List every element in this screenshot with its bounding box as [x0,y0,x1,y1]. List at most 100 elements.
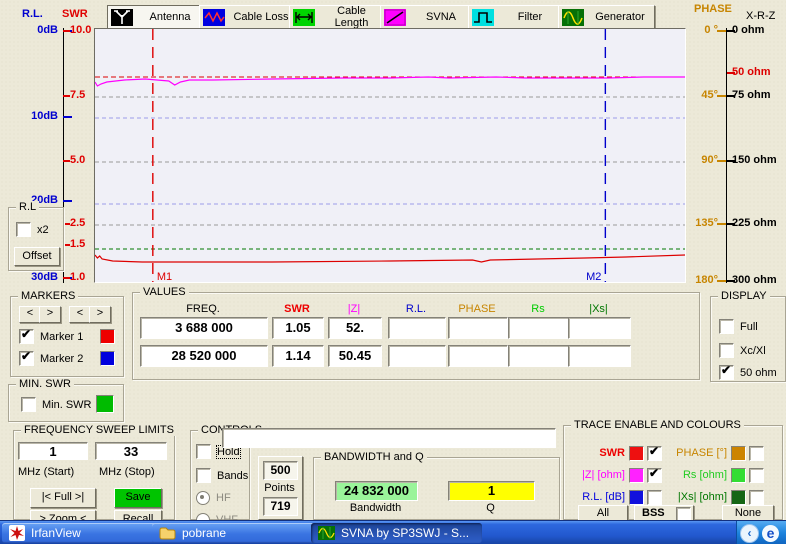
sweep-plot[interactable]: M1 M2 [94,28,686,283]
marker1-checkbox[interactable]: ✔ [19,327,34,344]
trace-rl-checkbox[interactable]: ✔ [647,490,662,505]
trace-phase-checkbox[interactable]: ✔ [749,446,764,461]
trace-xs-label: |Xs| [ohm] [677,491,727,503]
display-group-title: DISPLAY [718,290,770,302]
marker1-right-button[interactable]: > [39,306,61,323]
marker2-color-swatch[interactable] [100,351,115,366]
trace-rs-swatch[interactable] [731,468,746,483]
bands-checkbox[interactable]: ✔ [196,468,211,483]
hf-radio[interactable] [196,491,210,505]
taskbar-item-irfanview[interactable]: IrfanView [2,523,162,543]
display-full-row[interactable]: ✔ Full [719,319,758,334]
hold-checkbox[interactable]: ✔ [196,444,211,459]
generator-icon [562,8,584,26]
value-xs-m1 [568,317,631,339]
value-z-m2: 50.45 [328,345,382,367]
trace-rl-swatch[interactable] [629,490,644,505]
plot-canvas: M1 M2 [94,29,686,283]
tab-label: Antenna [149,11,191,23]
tab-generator[interactable]: Generator [558,5,655,29]
right-axis-ohm-label: 150 ohm [732,154,777,166]
min-swr-group: MIN. SWR ✔ Min. SWR [8,378,124,422]
trace-rs-checkbox[interactable]: ✔ [749,468,764,483]
axis-tick [717,160,726,162]
display-xcxl-checkbox[interactable]: ✔ [719,343,734,358]
tab-cable-loss[interactable]: Cable Loss [199,5,296,29]
right-axis-ohm-label: 0 ohm [732,24,765,36]
marker2-checkbox[interactable]: ✔ [19,349,34,366]
right-axis-ohm-label: 50 ohm [732,66,771,78]
display-50ohm-checkbox[interactable]: ✔ [719,363,734,380]
save-button[interactable]: Save [114,488,162,508]
command-input[interactable] [222,428,556,448]
phase-axis-caption: PHASE [694,3,732,15]
min-swr-checkbox[interactable]: ✔ [21,397,36,412]
axis-tick [63,277,70,279]
freq-stop-label: MHz (Stop) [99,466,155,478]
trace-rl-label: R.L. [dB] [582,491,625,503]
value-rl-m1 [388,317,446,339]
display-full-checkbox[interactable]: ✔ [719,319,734,334]
svna-icon [384,8,406,26]
marker1-left-button[interactable]: < [19,306,41,323]
taskbar-item-svna[interactable]: SVNA by SP3SWJ - S... [311,523,482,543]
min-swr-group-title: MIN. SWR [16,378,74,390]
display-50ohm-row[interactable]: ✔ 50 ohm [719,363,777,380]
rl-x2-row[interactable]: ✔ x2 [16,222,49,237]
axis-tick [63,30,72,32]
right-axis-line [726,28,727,283]
value-phase-m1 [448,317,508,339]
trace-xs-checkbox[interactable]: ✔ [749,490,764,505]
min-swr-color-swatch[interactable] [96,395,114,413]
axis-tick [63,200,72,202]
tab-label: Generator [595,11,645,23]
collapse-chevron-icon[interactable]: ‹ [740,523,759,543]
xrz-caption: X-R-Z [746,10,776,22]
value-rs-m1 [508,317,570,339]
points-label: Points [264,482,295,494]
marker1-row[interactable]: ✔ Marker 1 [19,327,83,344]
rl-axis-caption: R.L. [22,8,43,20]
trace-z-swatch[interactable] [629,468,644,483]
axis-tick [63,244,70,246]
trace-phase-label: PHASE [°] [676,447,727,459]
axis-tick [727,30,735,32]
bands-row[interactable]: ✔ Bands [196,468,248,483]
taskbar-item-pobrane[interactable]: pobrane [152,523,321,543]
trace-swr-checkbox[interactable]: ✔ [647,444,662,461]
marker2-left-button[interactable]: < [69,306,91,323]
full-span-button[interactable]: |< Full >| [30,488,96,508]
offset-button[interactable]: Offset [14,247,60,266]
axis-tick [63,116,72,118]
rl-x2-checkbox[interactable]: ✔ [16,222,31,237]
axis-tick [717,30,726,32]
axis-tick [63,95,70,97]
bands-label: Bands [217,469,249,482]
display-xcxl-row[interactable]: ✔ Xc/Xl [719,343,766,358]
taskbar-item-label: SVNA by SP3SWJ - S... [341,526,470,540]
trace-z-checkbox[interactable]: ✔ [647,466,662,483]
min-swr-row[interactable]: ✔ Min. SWR [21,397,92,412]
trace-swr-swatch[interactable] [629,446,644,461]
marker2-right-button[interactable]: > [89,306,111,323]
trace-xs-swatch[interactable] [731,490,746,505]
marker1-color-swatch[interactable] [100,329,115,344]
marker2-row[interactable]: ✔ Marker 2 [19,349,83,366]
freq-start-input[interactable] [18,442,88,460]
emule-icon[interactable]: e [762,524,779,542]
irfanview-icon [9,525,25,541]
tab-cable-length[interactable]: Cable Length [289,5,387,29]
tab-svna[interactable]: SVNA [380,5,475,29]
cable-loss-icon [203,8,225,26]
value-xs-m2 [568,345,631,367]
bandwidth-label: Bandwidth [349,502,402,514]
tab-antenna[interactable]: Antenna [107,5,206,29]
hf-radio-row[interactable]: HF [196,491,231,505]
trace-phase-swatch[interactable] [731,446,746,461]
tab-filter[interactable]: Filter [468,5,565,29]
taskbar: IrfanView pobrane SVNA by SP3SWJ - S... … [0,520,786,544]
freq-stop-input[interactable] [95,442,167,460]
hf-label: HF [216,492,231,504]
q-label: Q [486,502,495,514]
axis-tick [717,223,726,225]
